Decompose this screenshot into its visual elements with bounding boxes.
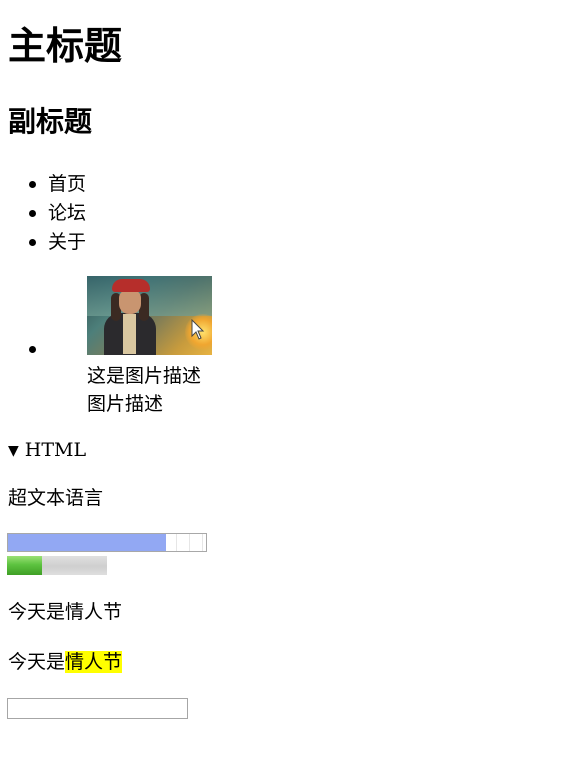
details-summary-label: HTML — [24, 439, 87, 461]
nav-item-label: 关于 — [48, 231, 87, 253]
caption-line: 图片描述 — [87, 393, 164, 415]
highlighted-text: 情人节 — [65, 651, 123, 673]
bullet-icon — [29, 239, 36, 246]
nav-item-label: 论坛 — [48, 202, 87, 224]
nav-item-label: 首页 — [48, 173, 87, 195]
bullet-icon — [29, 346, 36, 353]
nav-item-home[interactable]: 首页 — [0, 170, 300, 199]
disclosure-triangle-icon: ▼ — [8, 443, 19, 459]
progress-bar — [7, 533, 207, 552]
page-title: 主标题 — [8, 24, 123, 68]
paragraph-highlight: 今天是情人节 — [8, 648, 123, 676]
paragraph-plain: 今天是情人节 — [8, 601, 123, 623]
meter-gauge — [7, 556, 107, 575]
progress-fill — [8, 534, 167, 551]
figure-caption: 这是图片描述 图片描述 — [87, 362, 247, 418]
nav-item-forum[interactable]: 论坛 — [0, 199, 300, 228]
text-input[interactable] — [7, 698, 188, 719]
nav-item-about[interactable]: 关于 — [0, 228, 300, 257]
details-summary[interactable]: ▼ HTML — [8, 438, 86, 462]
bullet-icon — [29, 181, 36, 188]
paragraph-prefix: 今天是 — [8, 651, 66, 673]
details-content: 超文本语言 — [8, 487, 104, 509]
cursor-arrow-icon — [191, 319, 205, 340]
figure-image — [87, 276, 212, 355]
meter-fill — [7, 556, 42, 575]
caption-line: 这是图片描述 — [87, 365, 202, 387]
nav-list: 首页 论坛 关于 — [0, 170, 300, 257]
figure-list-item: 这是图片描述 图片描述 — [0, 276, 300, 421]
page-subtitle: 副标题 — [8, 105, 93, 138]
bullet-icon — [29, 210, 36, 217]
